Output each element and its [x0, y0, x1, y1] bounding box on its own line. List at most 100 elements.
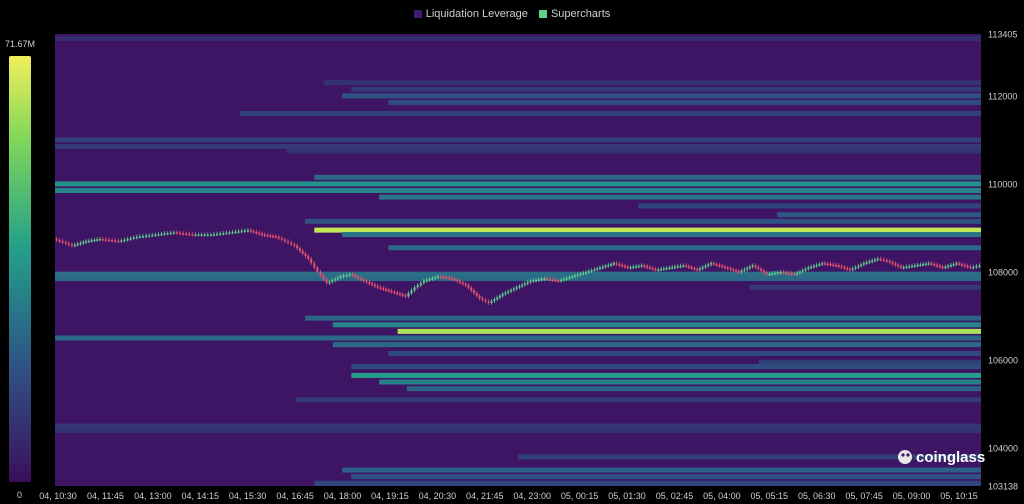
candle-body: [55, 238, 58, 241]
candle-body: [732, 269, 735, 271]
heatmap-chart[interactable]: 71.67M 0 1134051120001100001080001060001…: [0, 0, 1024, 504]
candle-body: [243, 230, 246, 232]
candle-body: [848, 268, 851, 271]
candle-body: [82, 242, 85, 244]
liquidation-band: [55, 271, 981, 277]
candle-body: [804, 268, 807, 271]
x-tick-label: 04, 14:15: [181, 491, 219, 501]
liquidation-band: [332, 342, 981, 348]
candle-body: [436, 276, 439, 278]
candle-body: [431, 278, 434, 280]
candle-body: [197, 234, 200, 237]
candle-body: [933, 264, 936, 266]
candle-body: [70, 244, 73, 246]
candle-body: [129, 238, 132, 240]
candle-body: [598, 267, 601, 270]
candle-body: [249, 230, 252, 232]
candle-body: [237, 231, 240, 233]
candle-body: [274, 236, 277, 238]
candle-body: [348, 274, 351, 276]
candle-body: [277, 236, 280, 239]
candle-body: [464, 283, 467, 286]
candle-body: [310, 258, 313, 264]
candle-body: [419, 282, 422, 286]
x-axis: 04, 10:30 04, 11:45 04, 13:00 04, 14:15 04, …: [39, 491, 978, 501]
candle-body: [635, 266, 638, 268]
candle-body: [894, 263, 897, 266]
candle-body: [707, 264, 710, 266]
x-tick-label: 04, 23:00: [513, 491, 551, 501]
y-tick-label: 104000: [988, 444, 1018, 454]
candle-body: [461, 282, 464, 285]
candle-body: [111, 240, 114, 242]
candle-body: [252, 231, 255, 233]
candle-body: [810, 266, 813, 269]
candle-body: [163, 233, 166, 235]
liquidation-band: [351, 364, 981, 370]
candle-body: [776, 272, 779, 274]
candle-body: [442, 276, 445, 279]
candle-body: [209, 234, 212, 237]
candle-body: [930, 263, 933, 265]
candle-body: [157, 234, 160, 236]
candle-body: [978, 265, 981, 267]
candle-body: [938, 265, 941, 268]
candle-body: [798, 271, 801, 274]
candle-body: [601, 266, 604, 269]
candle-body: [339, 276, 342, 278]
candle-body: [560, 279, 563, 282]
candle-body: [610, 264, 613, 266]
candle-body: [376, 286, 379, 288]
candle-body: [79, 242, 82, 245]
candle-body: [523, 283, 526, 285]
candle-body: [793, 273, 796, 276]
candle-body: [868, 261, 871, 263]
candle-body: [654, 268, 657, 271]
candle-body: [585, 271, 588, 274]
candle-body: [975, 266, 978, 268]
candle-body: [582, 272, 585, 275]
x-tick-label: 05, 02:45: [656, 491, 694, 501]
candle-body: [258, 232, 261, 235]
liquidation-band: [295, 397, 981, 403]
candle-body: [818, 264, 821, 266]
candle-body: [481, 298, 484, 300]
candle-body: [735, 270, 738, 272]
candle-body: [532, 280, 535, 282]
candle-body: [773, 272, 776, 275]
candle-body: [255, 231, 258, 234]
liquidation-band: [758, 359, 981, 365]
candle-body: [357, 276, 360, 279]
candle-body: [475, 293, 478, 296]
candle-body: [467, 285, 470, 288]
candle-body: [166, 233, 169, 235]
candle-body: [185, 233, 188, 235]
candle-body: [885, 260, 888, 262]
candle-body: [362, 279, 365, 281]
candle-body: [336, 277, 339, 280]
candle-body: [679, 265, 682, 268]
candle-body: [222, 233, 225, 235]
candle-body: [966, 265, 969, 268]
candle-body: [685, 265, 688, 267]
candle-body: [325, 279, 328, 283]
candle-body: [913, 265, 916, 267]
liquidation-band: [55, 423, 981, 429]
x-tick-label: 04, 10:30: [39, 491, 77, 501]
candle-body: [234, 231, 237, 234]
liquidation-band: [55, 427, 981, 433]
candle-body: [554, 279, 557, 282]
candle-body: [568, 277, 571, 279]
candle-body: [484, 299, 487, 302]
candle-body: [902, 267, 905, 269]
candle-body: [768, 273, 771, 276]
candle-body: [126, 238, 129, 241]
candle-body: [225, 232, 228, 235]
candle-body: [712, 263, 715, 265]
candle-body: [64, 242, 67, 244]
candle-body: [846, 267, 849, 270]
candle-body: [897, 264, 900, 267]
candle-body: [385, 289, 388, 291]
x-tick-label: 04, 15:30: [229, 491, 267, 501]
candle-body: [607, 264, 610, 267]
